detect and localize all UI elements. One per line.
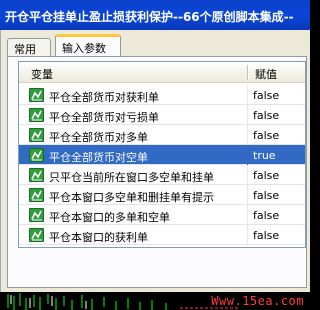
tab-input-parameters[interactable]: 输入参数 (55, 34, 121, 56)
table-row-selected[interactable]: 平仓全部货币对空单 true (19, 145, 305, 165)
window-title: 开仓平仓挂单止盈止损获利保护--66个原创脚本集成-- (5, 10, 294, 24)
parameter-value[interactable]: false (253, 229, 279, 242)
parameter-icon (29, 128, 44, 142)
parameter-value[interactable]: false (253, 109, 279, 122)
column-header-value[interactable]: 赋值 (255, 66, 277, 82)
parameter-icon (29, 148, 44, 162)
parameter-name: 只平仓当前所在窗口多空单和挂单 (49, 171, 214, 184)
table-row[interactable]: 平仓全部货币对获利单 false (19, 85, 305, 105)
parameter-name: 平仓本窗口的获利单 (49, 231, 148, 244)
tab-common[interactable]: 常用 (7, 38, 51, 56)
column-header-variable[interactable]: 变量 (31, 66, 53, 82)
parameter-value[interactable]: false (253, 129, 279, 142)
table-row[interactable]: 平仓本窗口的获利单 false (19, 225, 305, 245)
cell-divider (247, 205, 248, 225)
table-row[interactable]: 平仓全部货币对亏损单 false (19, 105, 305, 125)
cell-divider (247, 225, 248, 245)
parameter-value[interactable]: false (253, 189, 279, 202)
cell-divider (247, 85, 248, 105)
chart-strip: Www.15ea.com (0, 292, 310, 310)
parameter-table: 变量 赋值 平仓全部货币对获利单 false 平仓全部货币对亏损单 false … (18, 61, 306, 248)
cell-divider (247, 105, 248, 125)
parameter-icon (29, 228, 44, 242)
parameter-name: 平仓本窗口的多单和空单 (49, 211, 170, 224)
parameter-icon (29, 188, 44, 202)
cell-divider (247, 125, 248, 145)
table-row[interactable]: 平仓全部货币对多单 false (19, 125, 305, 145)
parameter-name: 平仓本窗口多空单和删挂单有提示 (49, 191, 214, 204)
parameter-icon (29, 108, 44, 122)
parameter-name: 平仓全部货币对亏损单 (49, 111, 159, 124)
watermark-text: Www.15ea.com (211, 294, 304, 308)
parameter-name: 平仓全部货币对获利单 (49, 91, 159, 104)
parameter-value[interactable]: false (253, 209, 279, 222)
parameter-value[interactable]: false (253, 169, 279, 182)
parameter-icon (29, 208, 44, 222)
parameter-icon (29, 88, 44, 102)
table-row[interactable]: 平仓本窗口的多单和空单 false (19, 205, 305, 225)
table-header: 变量 赋值 (19, 62, 305, 83)
parameter-name: 平仓全部货币对空单 (49, 151, 148, 164)
parameter-value[interactable]: true (253, 149, 276, 162)
column-divider[interactable] (247, 65, 249, 80)
cell-divider (247, 165, 248, 185)
parameter-name: 平仓全部货币对多单 (49, 131, 148, 144)
parameter-icon (29, 168, 44, 182)
table-row[interactable]: 只平仓当前所在窗口多空单和挂单 false (19, 165, 305, 185)
cell-divider (247, 185, 248, 205)
table-row[interactable]: 平仓本窗口多空单和删挂单有提示 false (19, 185, 305, 205)
window-title-bar: 开仓平仓挂单止盈止损获利保护--66个原创脚本集成-- (0, 0, 310, 30)
cell-divider (247, 145, 248, 165)
parameter-value[interactable]: false (253, 89, 279, 102)
